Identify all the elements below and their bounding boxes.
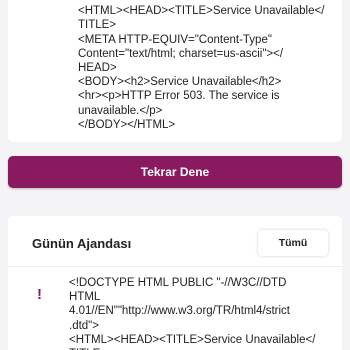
error-response-text: .dtd"> <HTML><HEAD><TITLE>Service Unavai… bbox=[78, 0, 325, 131]
retry-button[interactable]: Tekrar Dene bbox=[8, 156, 342, 188]
agenda-title: Günün Ajandası bbox=[32, 236, 132, 251]
view-all-button[interactable]: Tümü bbox=[258, 230, 328, 256]
error-response-card: .dtd"> <HTML><HEAD><TITLE>Service Unavai… bbox=[8, 0, 342, 142]
daily-agenda-card: Günün Ajandası Tümü ! <!DOCTYPE HTML PUB… bbox=[8, 216, 342, 350]
alert-icon: ! bbox=[37, 286, 42, 303]
agenda-item-text[interactable]: <!DOCTYPE HTML PUBLIC "-//W3C//DTD HTML … bbox=[69, 276, 337, 350]
agenda-header: Günün Ajandası Tümü bbox=[8, 216, 342, 270]
agenda-divider bbox=[8, 266, 342, 267]
